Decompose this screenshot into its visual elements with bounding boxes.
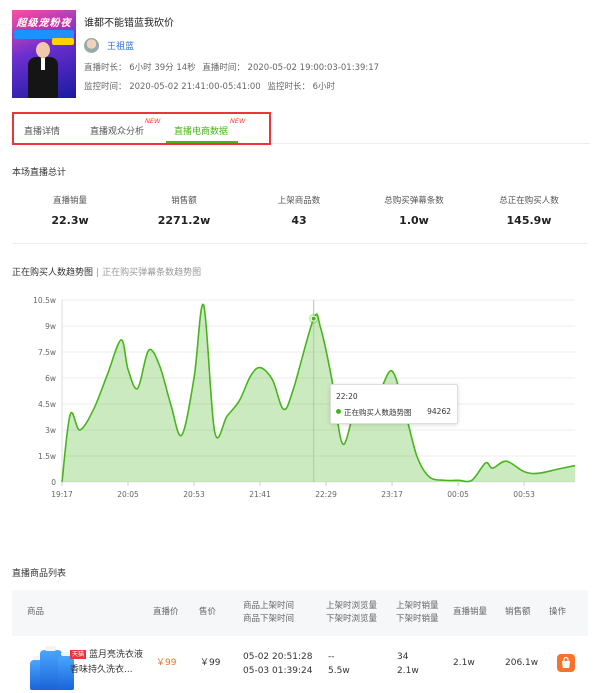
highlight-point bbox=[310, 315, 317, 322]
col-revenue: 销售额 bbox=[505, 607, 531, 617]
col-time-off: 商品下架时间 bbox=[243, 614, 295, 624]
live-duration: 直播时长： 6小时 39分 14秒 bbox=[84, 63, 196, 73]
tooltip-series-dot bbox=[336, 409, 341, 414]
product-name[interactable]: 天猫 蓝月亮洗衣液 bbox=[70, 648, 143, 662]
tooltip-value: 94262 bbox=[427, 407, 451, 416]
anchor-name-link[interactable]: 王祖蓝 bbox=[107, 39, 134, 52]
y-tick-label: 0 bbox=[51, 478, 56, 487]
monitor-time: 监控时间： 2020-05-02 21:41:00-05:41:00 bbox=[84, 82, 261, 92]
col-sales-off: 下架时销量 bbox=[396, 614, 439, 624]
product-table-header: 商品 直播价 售价 商品上架时间 商品下架时间 上架时浏览量 下架时浏览量 上架… bbox=[12, 590, 588, 636]
col-views-on: 上架时浏览量 bbox=[326, 601, 378, 611]
x-tick-label: 23:17 bbox=[381, 490, 403, 499]
sales-on: 34 bbox=[397, 652, 409, 662]
tooltip-time: 22:20 bbox=[336, 392, 358, 401]
live-sales: 2.1w bbox=[453, 658, 475, 668]
y-tick-label: 4.5w bbox=[38, 400, 56, 409]
area-fill bbox=[62, 304, 575, 482]
new-badge: NEW bbox=[230, 117, 246, 125]
tab-audience-analysis[interactable]: 直播观众分析 bbox=[90, 124, 144, 137]
x-tick-label: 21:41 bbox=[249, 490, 271, 499]
tab-ecommerce-data[interactable]: 直播电商数据 bbox=[174, 124, 228, 137]
shopping-bag-icon[interactable] bbox=[557, 654, 575, 672]
tooltip-series-name: 正在购买人数趋势图 bbox=[344, 408, 412, 417]
views-off: 5.5w bbox=[328, 666, 350, 676]
y-tick-label: 7.5w bbox=[38, 348, 56, 357]
col-live-sales: 直播销量 bbox=[453, 607, 488, 617]
time-on: 05-02 20:51:28 bbox=[243, 652, 313, 662]
y-tick-label: 10.5w bbox=[33, 296, 56, 305]
live-cover-image[interactable]: 超级宠粉夜 bbox=[12, 10, 76, 98]
table-row[interactable]: 天猫 蓝月亮洗衣液 香味持久洗衣... ￥99 ￥99 05-02 20:51:2… bbox=[12, 636, 588, 693]
monitor-duration: 监控时长： 6小时 bbox=[267, 82, 336, 92]
anchor-avatar[interactable] bbox=[84, 37, 99, 53]
time-off: 05-03 01:39:24 bbox=[243, 666, 313, 676]
y-tick-label: 6w bbox=[45, 374, 56, 383]
col-sales-on: 上架时销量 bbox=[396, 601, 439, 611]
y-tick-label: 3w bbox=[45, 426, 56, 435]
live-duration-info: 直播时长： 6小时 39分 14秒 直播时间： 2020-05-02 19:00… bbox=[84, 61, 383, 73]
buyers-trend-chart[interactable]: 0 1.5w 3w 4.5w 6w 7.5w 9w 10.5w 19:17 20:05 20:53 2… bbox=[0, 288, 600, 508]
stat-revenue: 销售额 2271.2w bbox=[157, 196, 211, 227]
monitor-info: 监控时间： 2020-05-02 21:41:00-05:41:00 监控时长：… bbox=[84, 80, 339, 92]
views-on: -- bbox=[328, 652, 335, 662]
chart-tab-comments[interactable]: 正在购买弹幕条数趋势图 bbox=[102, 268, 201, 278]
product-name-line2[interactable]: 香味持久洗衣... bbox=[70, 663, 133, 677]
stat-live-sales: 直播销量 22.3w bbox=[51, 196, 89, 227]
chart-tabs: 正在购买人数趋势图 | 正在购买弹幕条数趋势图 bbox=[12, 268, 202, 278]
x-tick-label: 19:17 bbox=[51, 490, 73, 499]
x-tick-label: 22:29 bbox=[315, 490, 337, 499]
section-divider bbox=[12, 243, 588, 244]
tab-live-details[interactable]: 直播详情 bbox=[24, 124, 60, 137]
live-price: ￥99 bbox=[156, 658, 177, 668]
stat-purchase-comments: 总购买弹幕条数 1.0w bbox=[384, 196, 444, 227]
col-price: 售价 bbox=[199, 607, 217, 617]
col-product: 商品 bbox=[27, 607, 45, 617]
x-tick-label: 20:05 bbox=[117, 490, 139, 499]
sale-price: ￥99 bbox=[200, 658, 221, 668]
col-action: 操作 bbox=[549, 607, 567, 617]
stat-products-listed: 上架商品数 43 bbox=[277, 196, 321, 227]
stat-buying-now: 总正在购买人数 145.9w bbox=[499, 196, 559, 227]
col-views-off: 下架时浏览量 bbox=[326, 614, 378, 624]
chart-tooltip: 22:20 正在购买人数趋势图 94262 bbox=[330, 384, 458, 424]
live-header: 超级宠粉夜 谁都不能错蓝我砍价 王祖蓝 直播时长： 6小时 39分 14秒 直播… bbox=[0, 0, 600, 110]
anchor-info[interactable]: 王祖蓝 bbox=[84, 37, 134, 53]
revenue: 206.1w bbox=[505, 658, 539, 668]
chart-tab-buyers[interactable]: 正在购买人数趋势图 bbox=[12, 268, 93, 278]
y-tick-label: 9w bbox=[45, 322, 56, 331]
tmall-badge: 天猫 bbox=[70, 650, 87, 659]
x-tick-label: 00:53 bbox=[513, 490, 535, 499]
live-title: 谁都不能错蓝我砍价 bbox=[84, 18, 174, 29]
sales-off: 2.1w bbox=[397, 666, 419, 676]
summary-title: 本场直播总计 bbox=[12, 168, 67, 178]
new-badge: NEW bbox=[145, 117, 161, 125]
col-time-on: 商品上架时间 bbox=[243, 601, 295, 611]
y-tick-label: 1.5w bbox=[38, 452, 56, 461]
live-time: 直播时间： 2020-05-02 19:00:03-01:39:17 bbox=[202, 63, 380, 73]
x-tick-label: 00:05 bbox=[447, 490, 469, 499]
active-tab-indicator bbox=[166, 141, 238, 143]
product-list-title: 直播商品列表 bbox=[12, 569, 67, 579]
cover-person bbox=[26, 42, 60, 98]
col-live-price: 直播价 bbox=[153, 607, 179, 617]
x-tick-label: 20:53 bbox=[183, 490, 205, 499]
cover-title: 超级宠粉夜 bbox=[16, 18, 72, 29]
